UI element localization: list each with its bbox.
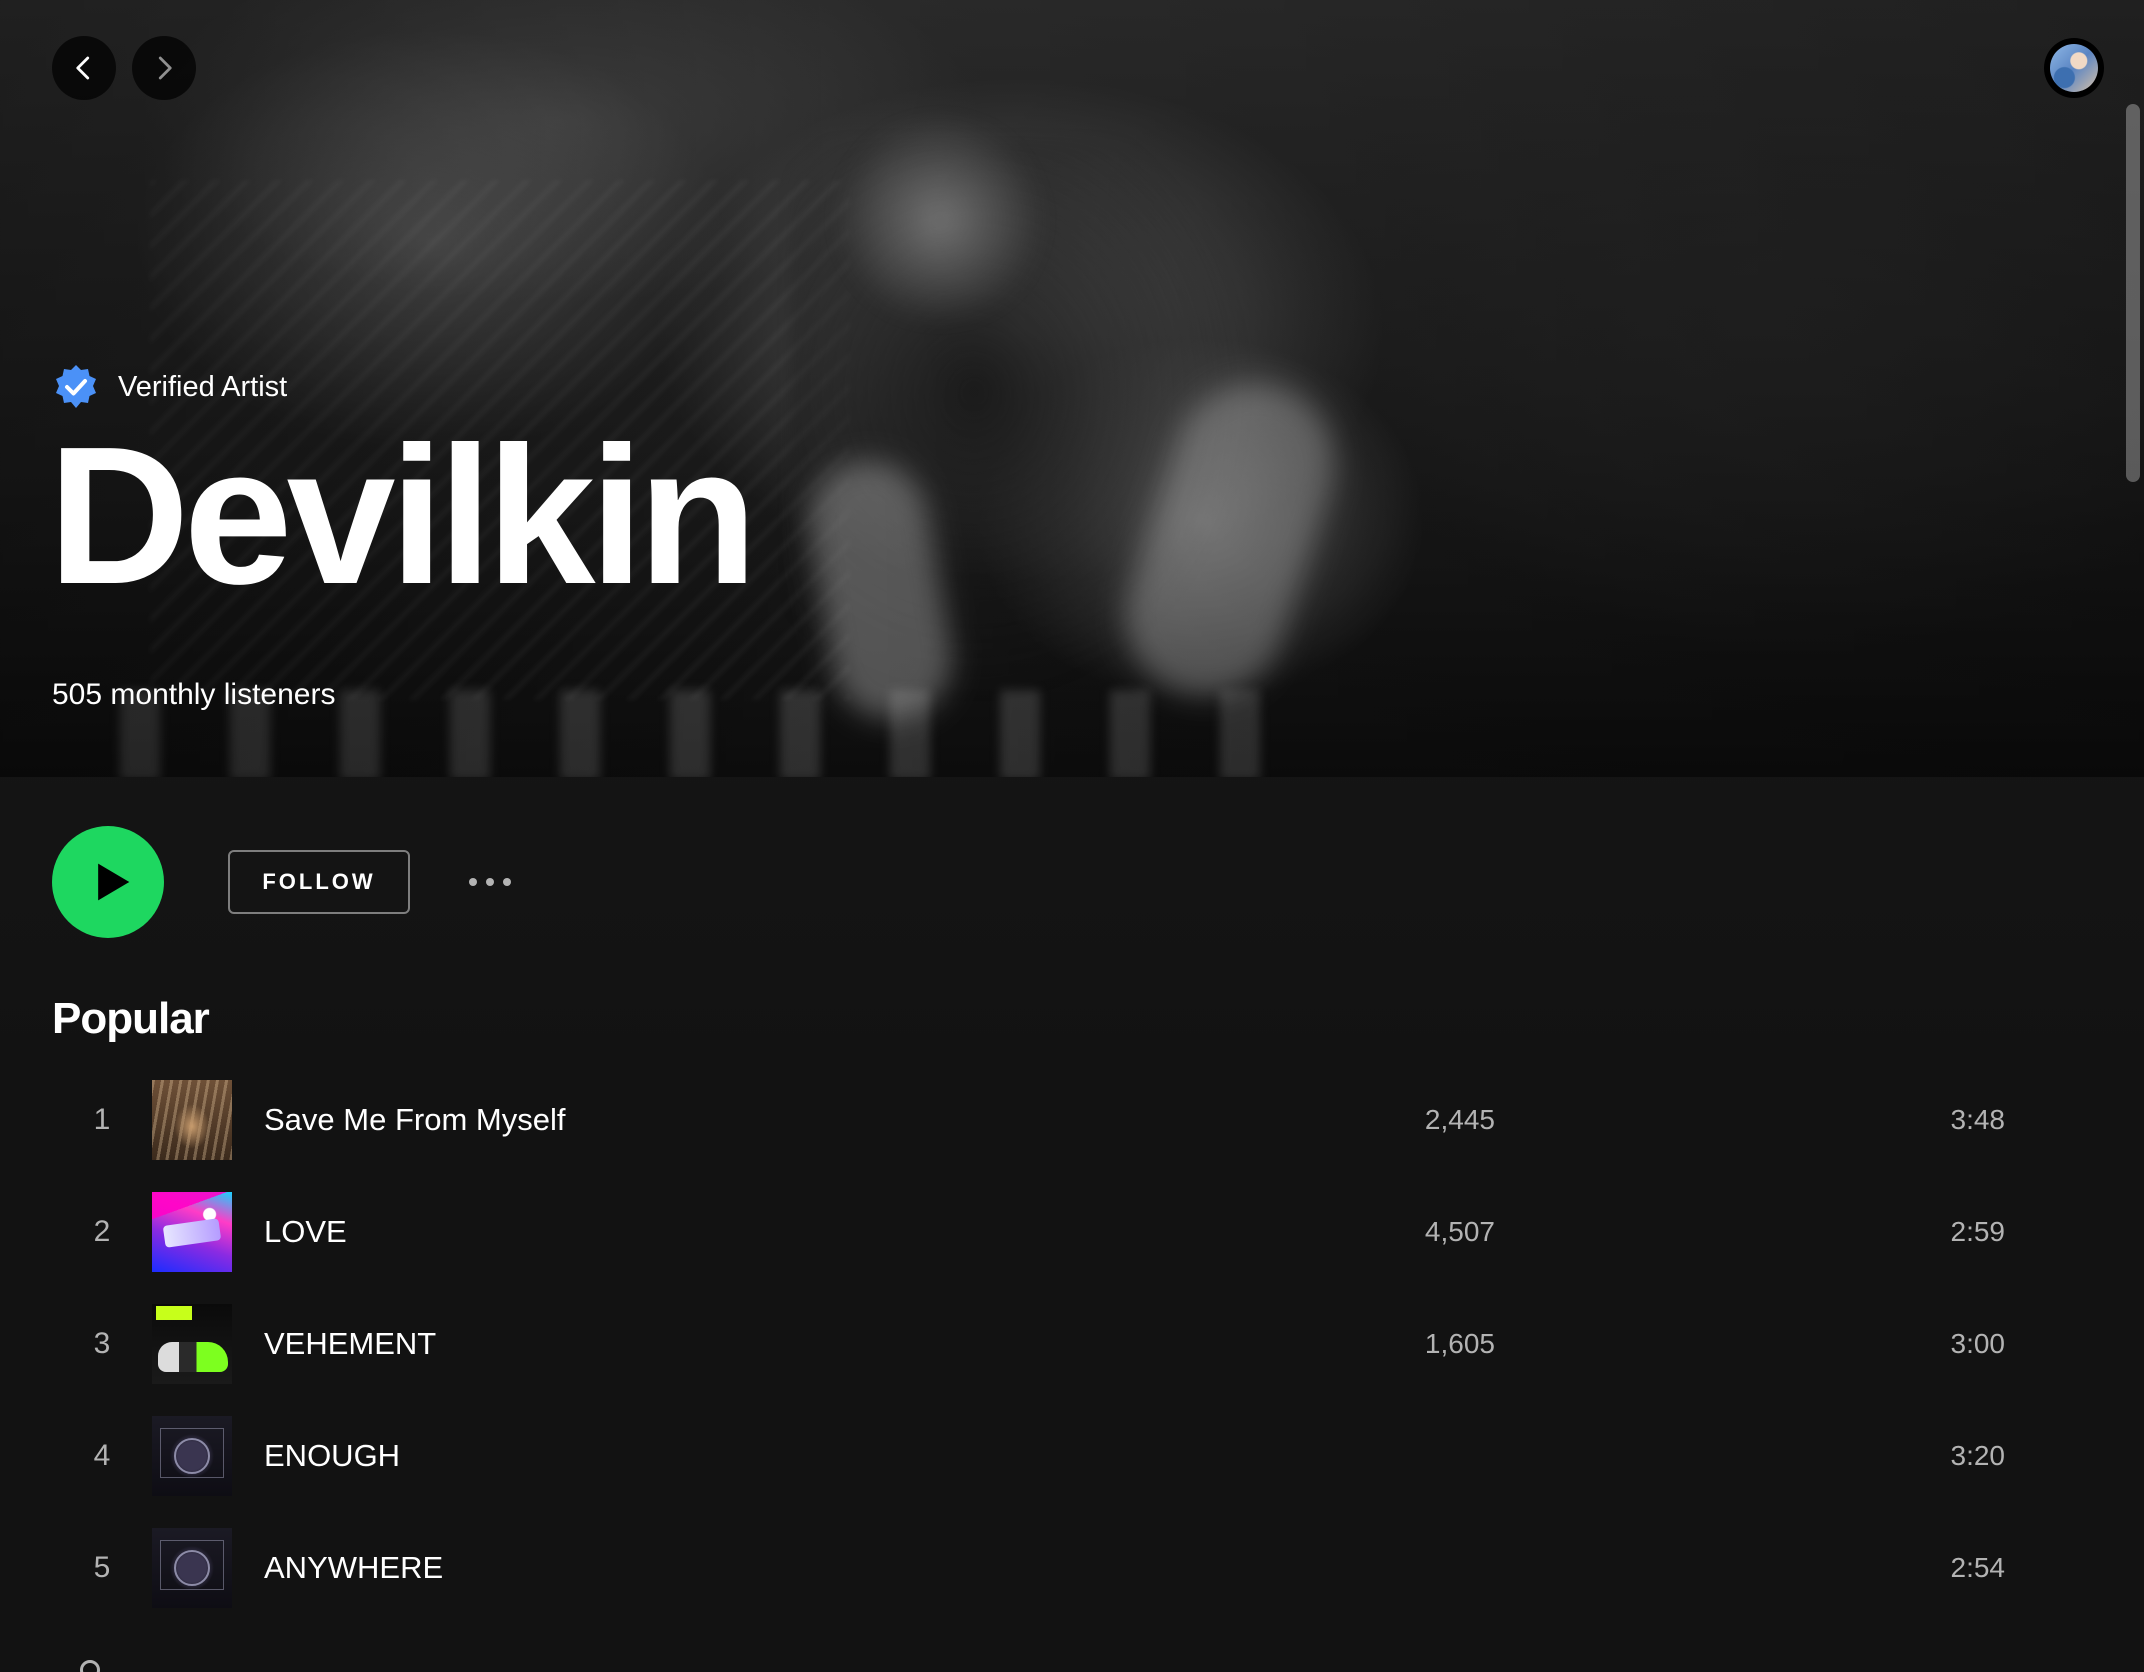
artist-page: Verified Artist Devilkin 505 monthly lis… <box>0 0 2144 1672</box>
album-art <box>152 1080 232 1160</box>
track-title[interactable]: ANYWHERE <box>264 1550 443 1586</box>
album-art <box>152 1304 232 1384</box>
avatar <box>2050 44 2098 92</box>
track-row[interactable]: 3 VEHEMENT 1,605 3:00 <box>52 1288 2052 1400</box>
track-row[interactable]: 1 Save Me From Myself 2,445 3:48 <box>52 1064 2052 1176</box>
partial-icon <box>80 1660 100 1672</box>
album-art <box>152 1192 232 1272</box>
track-number: 2 <box>93 1215 111 1248</box>
monthly-listeners: 505 monthly listeners <box>52 678 336 711</box>
back-button[interactable] <box>52 36 116 100</box>
track-duration: 3:20 <box>1950 1440 2006 1471</box>
track-row[interactable]: 2 LOVE 4,507 2:59 <box>52 1176 2052 1288</box>
track-row[interactable]: 5 ANYWHERE 2:54 <box>52 1512 2052 1624</box>
more-options-button[interactable] <box>455 862 525 902</box>
track-number: 3 <box>93 1327 111 1360</box>
album-art <box>152 1416 232 1496</box>
track-title[interactable]: VEHEMENT <box>264 1326 436 1362</box>
forward-button[interactable] <box>132 36 196 100</box>
follow-button[interactable]: FOLLOW <box>228 850 410 914</box>
scrollbar-thumb[interactable] <box>2126 104 2140 482</box>
track-plays: 2,445 <box>1424 1104 1495 1135</box>
track-duration: 2:59 <box>1950 1216 2006 1247</box>
track-title[interactable]: LOVE <box>264 1214 347 1250</box>
popular-heading: Popular <box>52 994 210 1043</box>
user-avatar-button[interactable] <box>2044 38 2104 98</box>
track-duration: 2:54 <box>1950 1552 2006 1583</box>
verified-label: Verified Artist <box>118 370 288 403</box>
track-plays: 1,605 <box>1424 1328 1495 1359</box>
chevron-right-icon <box>158 56 172 80</box>
track-duration: 3:00 <box>1950 1328 2006 1359</box>
track-row[interactable]: 4 ENOUGH 3:20 <box>52 1400 2052 1512</box>
artist-banner-image <box>0 0 2144 777</box>
track-number: 1 <box>93 1103 111 1136</box>
verified-badge: Verified Artist <box>52 362 287 412</box>
play-button[interactable] <box>52 826 164 938</box>
popular-track-list: 1 Save Me From Myself 2,445 3:48 2 LOVE … <box>52 1064 2052 1624</box>
track-title[interactable]: Save Me From Myself <box>264 1102 565 1138</box>
chevron-left-icon <box>76 56 90 80</box>
track-title[interactable]: ENOUGH <box>264 1438 400 1474</box>
album-art <box>152 1528 232 1608</box>
artist-name: Devilkin <box>48 406 758 625</box>
track-duration: 3:48 <box>1950 1104 2006 1135</box>
track-number: 5 <box>93 1551 111 1584</box>
track-number: 4 <box>93 1439 111 1472</box>
play-icon <box>98 863 130 901</box>
more-dots-icon <box>469 878 477 886</box>
verified-check-icon <box>56 365 96 408</box>
track-plays: 4,507 <box>1424 1216 1495 1247</box>
